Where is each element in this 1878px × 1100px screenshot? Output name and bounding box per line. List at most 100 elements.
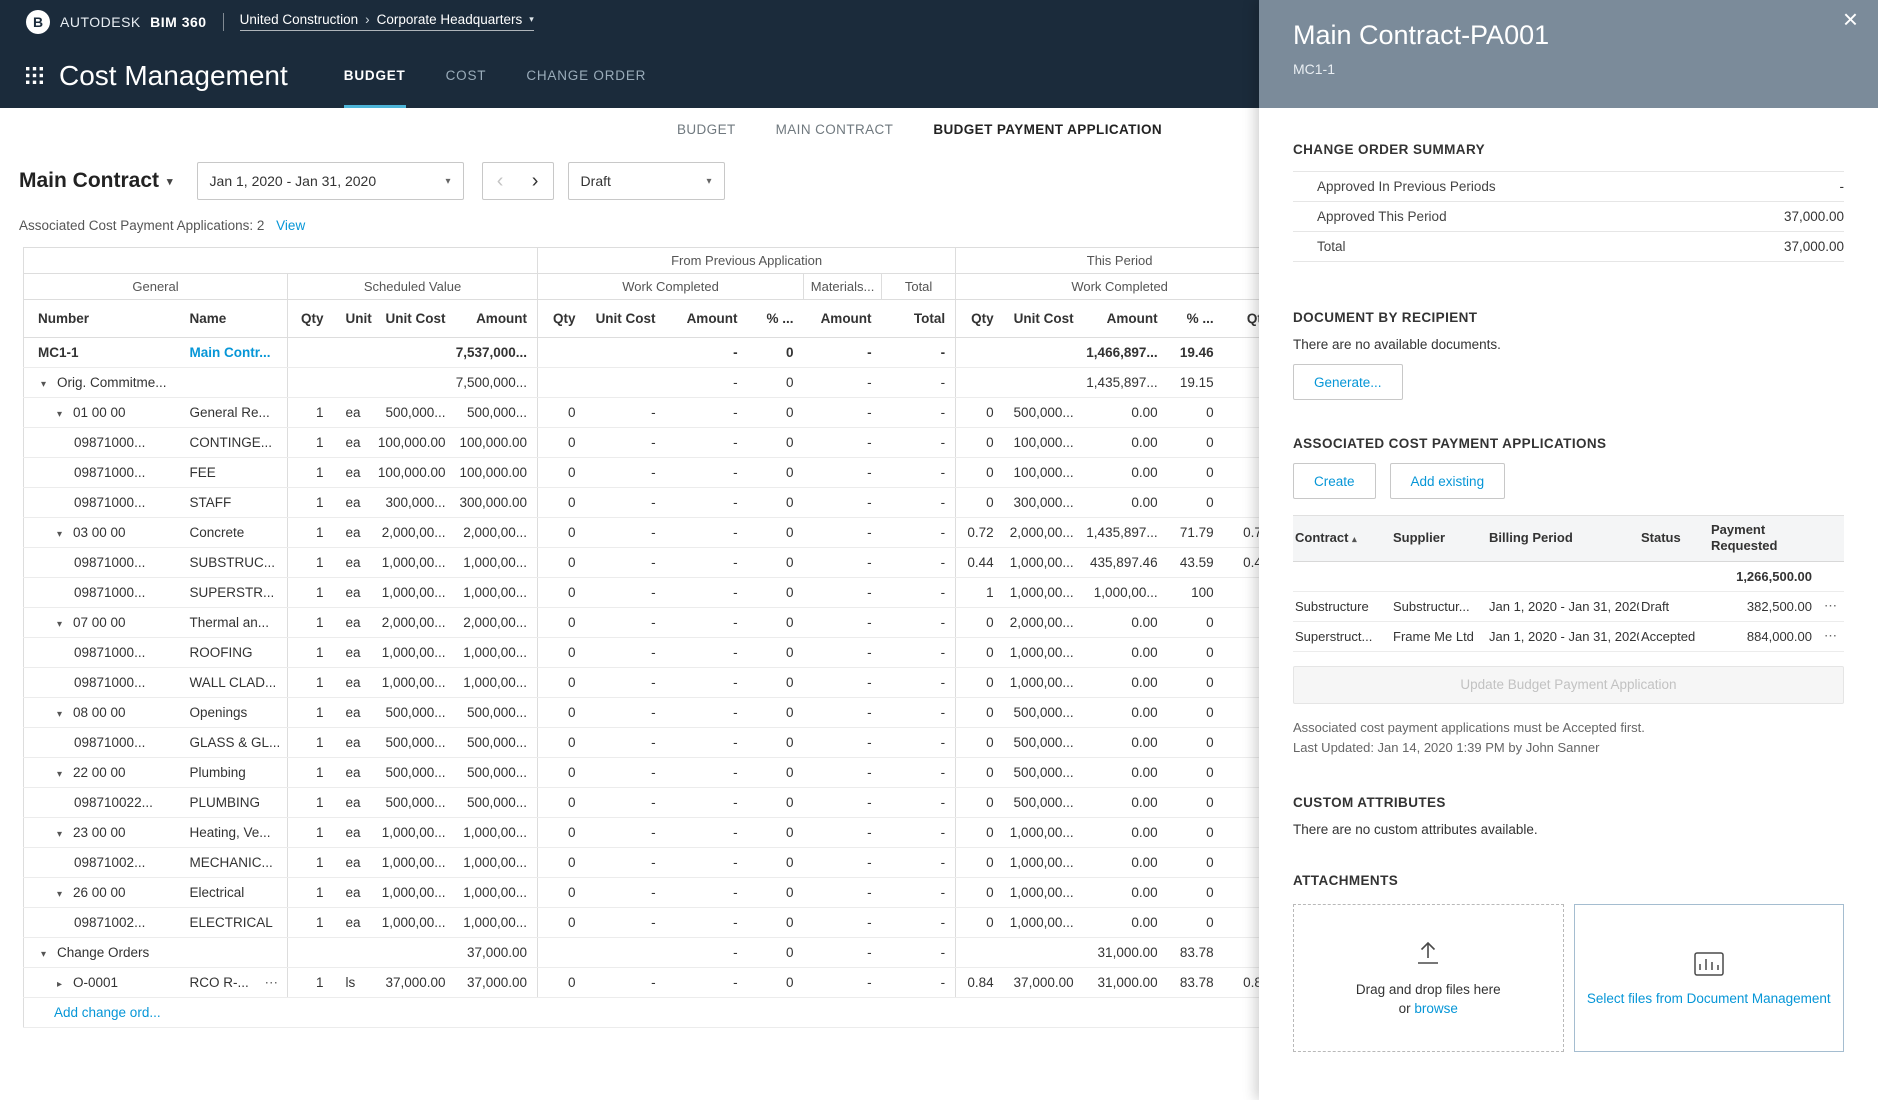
budget-cell: 500,000...: [1003, 757, 1084, 788]
document-management-box[interactable]: Select files from Document Management: [1573, 903, 1844, 1052]
budget-row[interactable]: ▾ 01 00 00 General Re... 1 ea 500,000... 500,0…: [23, 397, 1259, 428]
expand-caret-icon[interactable]: ▸: [57, 979, 73, 990]
tab-change-order[interactable]: CHANGE ORDER: [526, 43, 646, 108]
budget-row[interactable]: ▾ 26 00 00 Electrical 1 ea 1,000,00... 1,000,0…: [23, 877, 1259, 908]
subtab-main-contract[interactable]: MAIN CONTRACT: [776, 122, 894, 137]
budget-cell: 2,000,00...: [1003, 517, 1084, 548]
collapse-caret-icon[interactable]: ▾: [57, 829, 73, 840]
breadcrumb-location[interactable]: Corporate Headquarters: [377, 12, 523, 27]
add-change-order-label[interactable]: Add change ord...: [54, 1005, 161, 1020]
row-name: SUBSTRUC...: [189, 555, 276, 570]
assoc-col-status[interactable]: Status: [1639, 515, 1709, 562]
budget-row[interactable]: ▾ Orig. Commitme... 7,500,000... -0- -1,435,…: [23, 367, 1259, 398]
budget-cell: -: [665, 817, 748, 848]
assoc-billing-period[interactable]: Jan 1, 2020 - Jan 31, 2020: [1487, 591, 1639, 622]
budget-cell: -: [665, 727, 748, 758]
create-button[interactable]: Create: [1293, 463, 1376, 499]
budget-cell: 0: [747, 487, 804, 518]
collapse-caret-icon[interactable]: ▾: [57, 889, 73, 900]
close-icon[interactable]: ×: [1843, 6, 1858, 32]
budget-cell: 0: [747, 607, 804, 638]
assoc-row[interactable]: Superstruct... Frame Me Ltd Jan 1, 2020 - …: [1293, 621, 1844, 652]
budget-row[interactable]: ▾ 22 00 00 Plumbing 1 ea 500,000... 500,000...…: [23, 757, 1259, 788]
budget-cell: 1: [287, 967, 334, 998]
status-select[interactable]: Draft ▾: [567, 162, 725, 200]
budget-row[interactable]: 09871000... SUPERSTR... 1 ea 1,000,00... 1,00…: [23, 577, 1259, 608]
budget-cell: [377, 337, 456, 368]
tab-budget[interactable]: BUDGET: [343, 43, 406, 108]
budget-row[interactable]: ▾ 23 00 00 Heating, Ve... 1 ea 1,000,00... 1,0…: [23, 817, 1259, 848]
summary-row: Approved This Period 37,000.00: [1293, 202, 1844, 232]
next-period-button[interactable]: ›: [518, 163, 553, 199]
budget-cell: ea: [333, 697, 378, 728]
row-number: MC1-1: [38, 345, 79, 360]
assoc-col-payment-requested[interactable]: Payment Requested: [1709, 515, 1816, 562]
budget-cell: ea: [333, 397, 378, 428]
budget-row[interactable]: 09871000... FEE 1 ea 100,000.00 100,000.00 0- -…: [23, 457, 1259, 488]
budget-cell: 300,000.00: [455, 487, 538, 518]
budget-cell: [585, 367, 666, 398]
assoc-billing-period[interactable]: Jan 1, 2020 - Jan 31, 2020: [1487, 621, 1639, 652]
assoc-col-supplier[interactable]: Supplier: [1391, 515, 1487, 562]
row-number-cell: ▾ 07 00 00: [23, 607, 182, 638]
generate-button[interactable]: Generate...: [1293, 364, 1403, 400]
budget-row[interactable]: 09871000... GLASS & GL... 1 ea 500,000... 500…: [23, 727, 1259, 758]
assoc-col-contract[interactable]: Contract ▴: [1293, 515, 1391, 562]
budget-row[interactable]: MC1-1 Main Contr... 7,537,000... -0- -1,466,…: [23, 337, 1259, 368]
view-link[interactable]: View: [276, 218, 305, 233]
collapse-caret-icon[interactable]: ▾: [57, 709, 73, 720]
budget-row[interactable]: 09871000... STAFF 1 ea 300,000... 300,000.00 0…: [23, 487, 1259, 518]
assoc-col-billing-period[interactable]: Billing Period: [1487, 515, 1639, 562]
budget-row[interactable]: 09871000... CONTINGE... 1 ea 100,000.00 100,0…: [23, 427, 1259, 458]
row-number: 03 00 00: [73, 525, 126, 540]
assoc-row-menu-icon[interactable]: ⋯: [1816, 591, 1844, 622]
collapse-caret-icon[interactable]: ▾: [41, 379, 57, 390]
budget-row[interactable]: 098710022... PLUMBING 1 ea 500,000... 500,000…: [23, 787, 1259, 818]
budget-cell: 0: [537, 637, 586, 668]
collapse-caret-icon[interactable]: ▾: [57, 769, 73, 780]
subtab-budget-payment-application[interactable]: BUDGET PAYMENT APPLICATION: [933, 122, 1162, 137]
collapse-caret-icon[interactable]: ▾: [57, 529, 73, 540]
file-dropzone[interactable]: Drag and drop files here or browse: [1293, 903, 1564, 1052]
budget-row[interactable]: 09871000... SUBSTRUC... 1 ea 1,000,00... 1,00…: [23, 547, 1259, 578]
main-contract-link[interactable]: Main Contr...: [190, 345, 271, 360]
budget-row[interactable]: ▾ 08 00 00 Openings 1 ea 500,000... 500,000...…: [23, 697, 1259, 728]
billing-period-select[interactable]: Jan 1, 2020 - Jan 31, 2020 ▾: [196, 162, 464, 200]
budget-row[interactable]: ▾ 03 00 00 Concrete 1 ea 2,000,00... 2,000,00.…: [23, 517, 1259, 548]
assoc-row[interactable]: Substructure Substructur... Jan 1, 2020 - …: [1293, 591, 1844, 622]
assoc-row-menu-icon[interactable]: ⋯: [1816, 621, 1844, 652]
collapse-caret-icon[interactable]: ▾: [57, 619, 73, 630]
collapse-caret-icon[interactable]: ▾: [41, 949, 57, 960]
budget-cell: [1003, 337, 1084, 368]
budget-row[interactable]: 09871000... WALL CLAD... 1 ea 1,000,00... 1,0…: [23, 667, 1259, 698]
doc-mgmt-link[interactable]: Select files from Document Management: [1587, 991, 1831, 1006]
budget-cell: ea: [333, 727, 378, 758]
group-total: Total: [881, 273, 956, 300]
budget-row[interactable]: Add change ord...: [23, 997, 1259, 1028]
tab-cost[interactable]: COST: [446, 43, 487, 108]
budget-cell: 0: [1223, 787, 1259, 818]
contract-selector[interactable]: Main Contract ▾: [19, 169, 173, 193]
browse-link[interactable]: browse: [1414, 1001, 1458, 1016]
budget-row[interactable]: ▾ 07 00 00 Thermal an... 1 ea 2,000,00... 2,00…: [23, 607, 1259, 638]
budget-cell: -: [803, 427, 882, 458]
budget-row[interactable]: 09871002... MECHANIC... 1 ea 1,000,00... 1,00…: [23, 847, 1259, 878]
budget-cell: -: [881, 427, 956, 458]
budget-row[interactable]: 09871000... ROOFING 1 ea 1,000,00... 1,000,00…: [23, 637, 1259, 668]
budget-row[interactable]: ▾ Change Orders 37,000.00-0- -31,000.00 83.7…: [23, 937, 1259, 968]
row-menu-icon[interactable]: ⋯: [265, 968, 280, 997]
budget-row[interactable]: ▸ O-0001 RCO R-... ⋯ 1 ls 37,000.00 37,000.00 0-…: [23, 967, 1259, 998]
budget-row[interactable]: 09871002... ELECTRICAL 1 ea 1,000,00... 1,000…: [23, 907, 1259, 938]
apps-grid-icon[interactable]: [26, 67, 43, 84]
budget-cell: 0.00: [1083, 817, 1168, 848]
budget-cell: 0: [1223, 727, 1259, 758]
add-change-order-link[interactable]: Add change ord...: [23, 997, 1259, 1028]
previous-period-button[interactable]: ‹: [483, 163, 518, 199]
budget-cell: 0: [1223, 847, 1259, 878]
subtab-budget[interactable]: BUDGET: [677, 122, 736, 137]
breadcrumb-project[interactable]: United Construction: [240, 12, 359, 27]
bim360-logo-icon[interactable]: B: [26, 9, 50, 34]
breadcrumb[interactable]: United Construction › Corporate Headquar…: [239, 12, 534, 31]
collapse-caret-icon[interactable]: ▾: [57, 409, 73, 420]
add-existing-button[interactable]: Add existing: [1389, 463, 1506, 499]
